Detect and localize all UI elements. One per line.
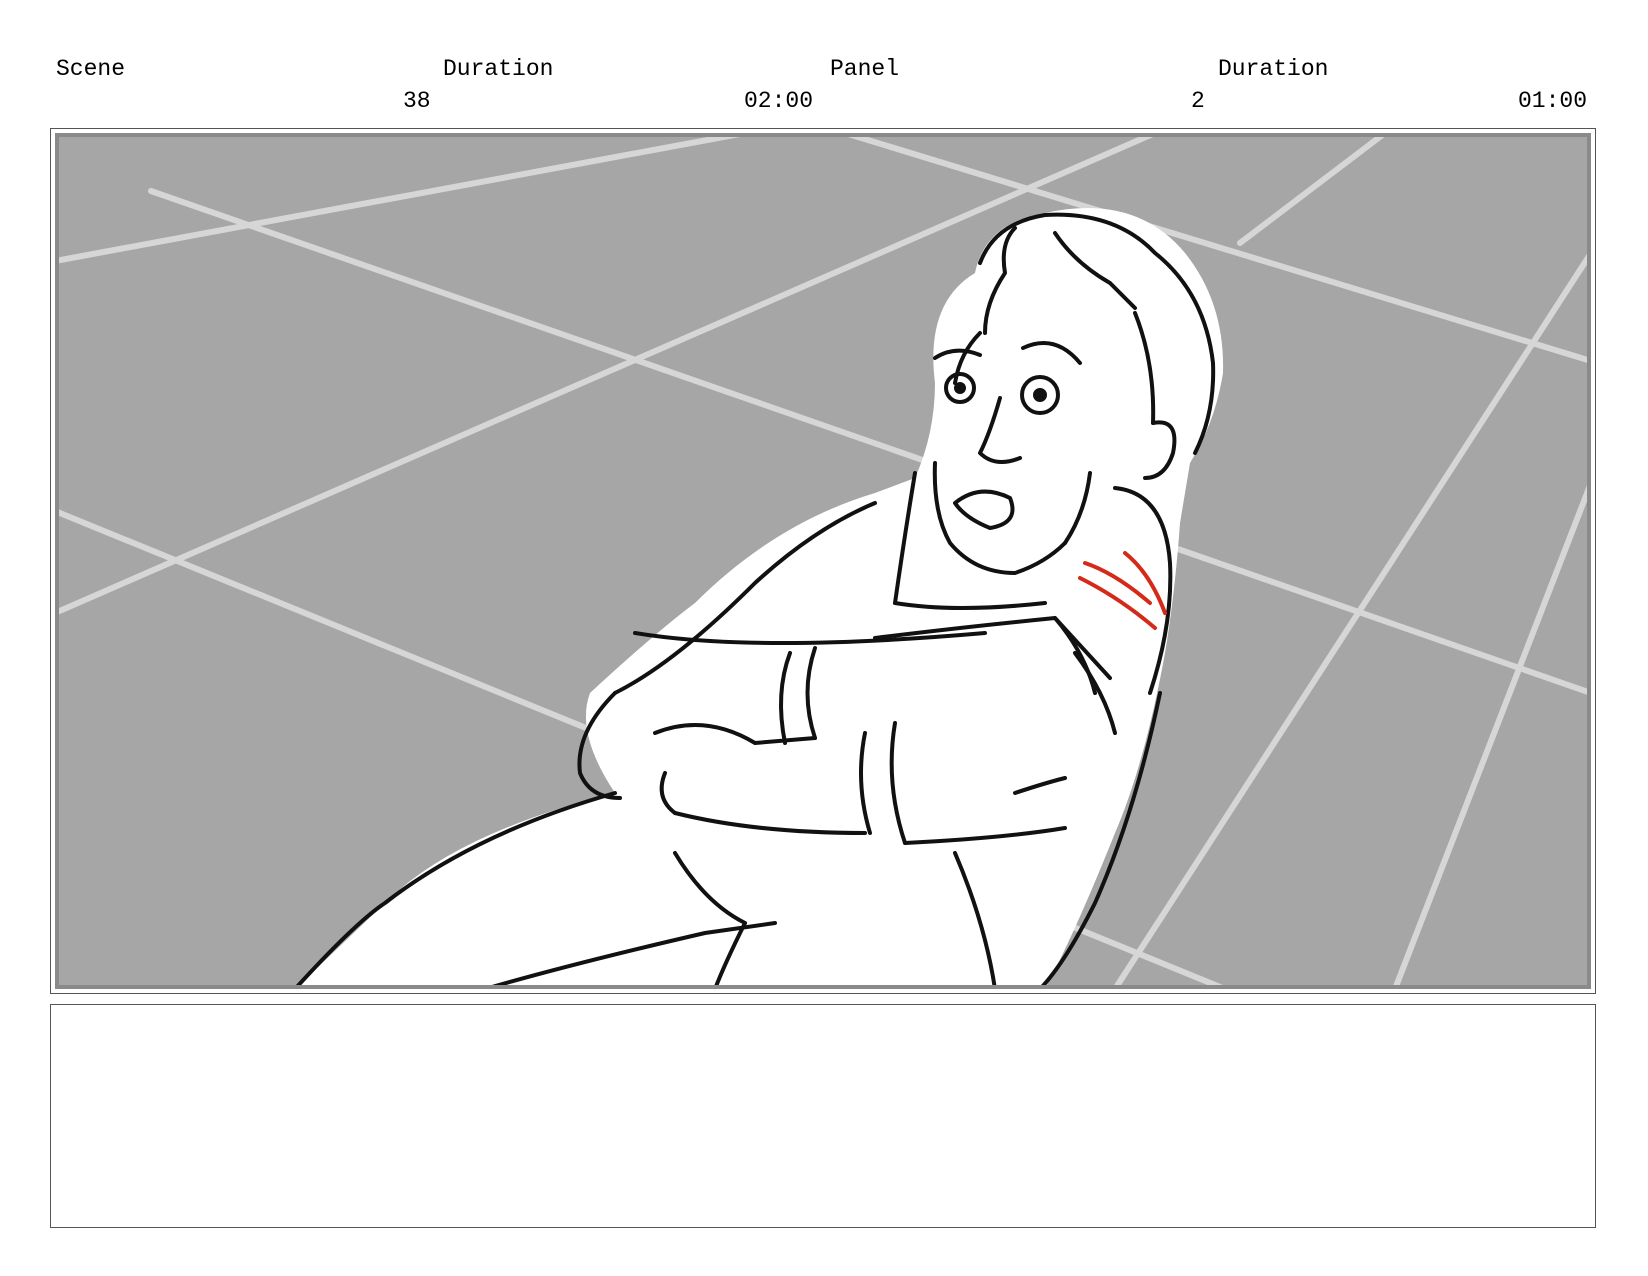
scene-duration-label: Duration	[443, 56, 554, 82]
storyboard-sketch	[55, 133, 1591, 989]
panel-duration-label: Duration	[1218, 56, 1329, 82]
storyboard-panel-frame	[50, 128, 1596, 994]
panel-notes-box[interactable]	[50, 1004, 1596, 1228]
panel-number: 2	[1191, 88, 1205, 114]
panel-duration-value: 01:00	[1518, 88, 1588, 114]
scene-duration-value: 02:00	[744, 88, 814, 114]
scene-label: Scene	[56, 56, 126, 82]
panel-label: Panel	[830, 56, 900, 82]
scene-number: 38	[403, 88, 431, 114]
